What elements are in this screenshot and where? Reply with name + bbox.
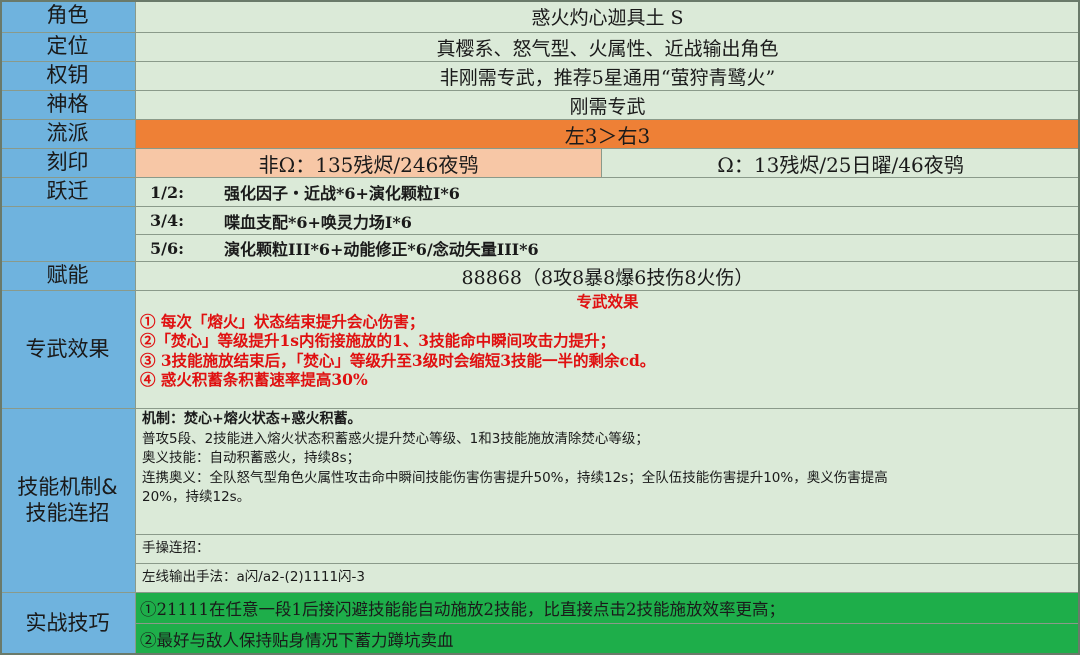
weapon-effects: 专武效果 ① 每次「熔火」状态结束提升会心伤害； ②「焚心」等级提升1s内衔接施… xyxy=(136,291,1080,409)
skill-label: 技能机制&技能连招 xyxy=(0,409,136,593)
role-value: 惑火灼心迦具土 S xyxy=(136,0,1080,33)
position-label: 定位 xyxy=(0,33,136,62)
leap-label: 跃迁 xyxy=(0,178,136,207)
weapon-label: 专武效果 xyxy=(0,291,136,409)
key-label: 权钥 xyxy=(0,62,136,91)
leap-stage-3: 5/6: xyxy=(150,238,185,258)
leap-row-3: 5/6: 演化颗粒III*6+动能修正*6/念动矢量III*6 xyxy=(136,235,1080,262)
leap-label-continued xyxy=(0,207,136,262)
leap-row-1: 1/2: 强化因子・近战*6+演化颗粒I*6 xyxy=(136,178,1080,207)
leap-stage-2: 3/4: xyxy=(150,211,185,230)
position-value: 真樱系、怒气型、火属性、近战输出角色 xyxy=(136,33,1080,62)
leap-row-2: 3/4: 喋血支配*6+唤灵力场I*6 xyxy=(136,207,1080,235)
mechanics-line-3: 连携奥义：全队怒气型角色火属性攻击命中瞬间技能伤害伤害提升50%，持续12s；全… xyxy=(142,469,888,486)
school-value: 左3＞右3 xyxy=(136,120,1080,149)
weapon-effect-3: ③ 3技能施放结束后，「焚心」等级升至3级时会缩短3技能一半的剩余cd。 xyxy=(140,350,656,370)
leap-materials-3: 演化颗粒III*6+动能修正*6/念动矢量III*6 xyxy=(224,240,539,259)
skill-mechanics: 机制：焚心+熔火状态+惑火积蓄。 普攻5段、2技能进入熔火状态积蓄惑火提升焚心等… xyxy=(136,409,1080,535)
school-label: 流派 xyxy=(0,120,136,149)
tip-1: ①21111在任意一段1后接闪避技能能自动施放2技能，比直接点击2技能施放效率更… xyxy=(136,593,1080,624)
divine-value: 刚需专武 xyxy=(136,91,1080,120)
imprint-omega: Ω：13残烬/25日曜/46夜鸮 xyxy=(602,149,1080,178)
talent-label: 赋能 xyxy=(0,262,136,291)
key-value: 非刚需专武，推荐5星通用“萤狩青鹭火” xyxy=(136,62,1080,91)
mechanics-line-2: 奥义技能：自动积蓄惑火，持续8s； xyxy=(142,450,361,466)
imprint-label: 刻印 xyxy=(0,149,136,178)
mechanics-line-1: 普攻5段、2技能进入熔火状态积蓄惑火提升焚心等级、1和3技能施放清除焚心等级； xyxy=(142,430,649,447)
talent-value: 88868（8攻8暴8爆6技伤8火伤） xyxy=(136,262,1080,291)
weapon-effect-2: ②「焚心」等级提升1s内衔接施放的1、3技能命中瞬间攻击力提升； xyxy=(140,331,616,350)
mechanics-title: 机制：焚心+熔火状态+惑火积蓄。 xyxy=(142,411,362,427)
leap-materials-2: 喋血支配*6+唤灵力场I*6 xyxy=(224,212,412,232)
weapon-effect-4: ④ 惑火积蓄条积蓄速率提高30% xyxy=(140,370,368,389)
divine-label: 神格 xyxy=(0,91,136,120)
mechanics-line-4: 20%，持续12s。 xyxy=(142,489,251,505)
tips-label: 实战技巧 xyxy=(0,593,136,655)
leap-stage-1: 1/2: xyxy=(150,182,185,202)
combo-value: 左线输出手法：a闪/a2-(2)1111闪-3 xyxy=(136,564,1080,593)
role-label: 角色 xyxy=(0,0,136,33)
weapon-effects-title: 专武效果 xyxy=(576,292,639,311)
tip-2: ②最好与敌人保持贴身情况下蓄力蹲坑卖血 xyxy=(136,624,1080,655)
weapon-effect-1: ① 每次「熔火」状态结束提升会心伤害； xyxy=(140,311,425,331)
build-guide-table: 角色 惑火灼心迦具土 S 定位 真樱系、怒气型、火属性、近战输出角色 权钥 非刚… xyxy=(0,0,1080,655)
imprint-non-omega: 非Ω：135残烬/246夜鸮 xyxy=(136,149,602,178)
leap-materials-1: 强化因子・近战*6+演化颗粒I*6 xyxy=(224,184,460,203)
combo-title: 手操连招： xyxy=(136,535,1080,564)
